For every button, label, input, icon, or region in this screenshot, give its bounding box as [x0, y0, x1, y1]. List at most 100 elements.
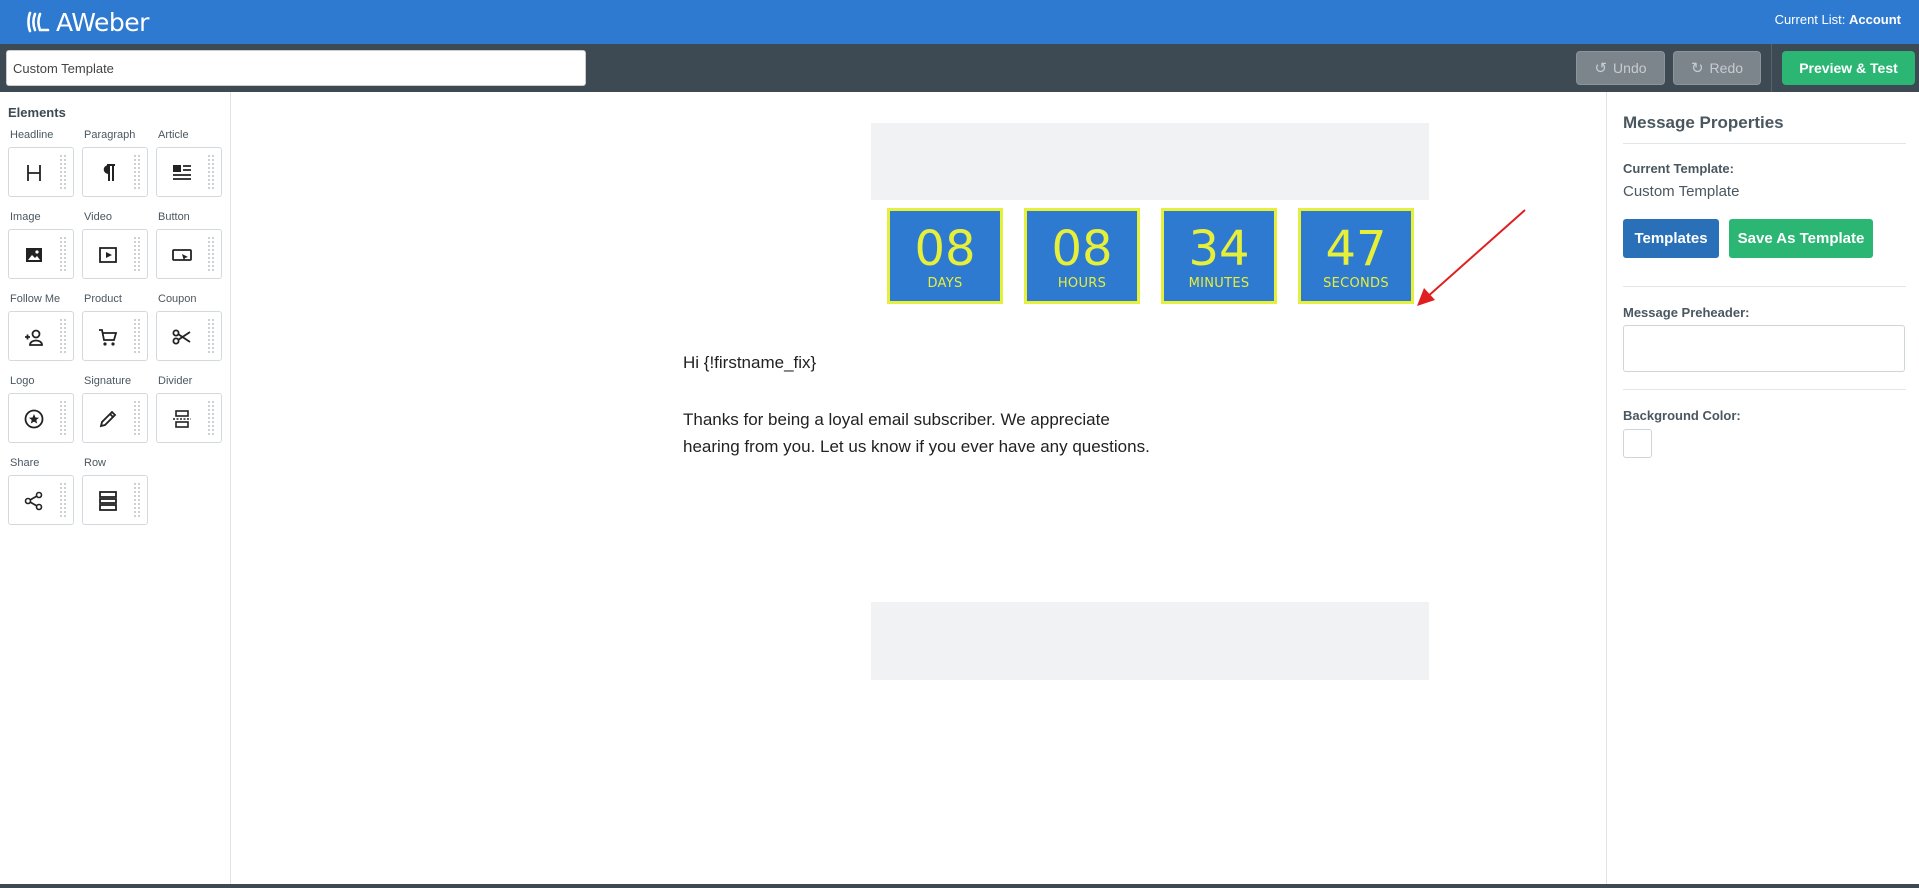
drag-handle-icon[interactable] — [207, 154, 215, 190]
element-label: Signature — [84, 375, 132, 387]
element-tile-image[interactable]: Image — [8, 210, 75, 279]
background-color-swatch[interactable] — [1623, 429, 1652, 458]
email-body-text[interactable]: Thanks for being a loyal email subscribe… — [683, 406, 1153, 460]
bottom-strip — [0, 884, 1919, 888]
drag-handle-icon[interactable] — [207, 318, 215, 354]
element-drag-box[interactable] — [82, 311, 148, 361]
redo-label: Redo — [1709, 60, 1744, 76]
drag-handle-icon[interactable] — [133, 236, 141, 272]
undo-button[interactable]: ↺ Undo — [1576, 51, 1665, 85]
countdown-minutes[interactable]: 34 MINUTES — [1161, 208, 1277, 304]
element-label: Image — [10, 211, 41, 223]
element-drag-box[interactable] — [156, 393, 222, 443]
row-icon — [95, 488, 121, 514]
scissors-icon — [169, 324, 195, 350]
countdown-unit: HOURS — [1057, 276, 1107, 291]
element-drag-box[interactable] — [82, 147, 148, 197]
element-drag-box[interactable] — [8, 393, 74, 443]
drag-handle-icon[interactable] — [133, 482, 141, 518]
element-tile-signature[interactable]: Signature — [82, 374, 149, 443]
article-icon — [169, 160, 195, 186]
element-label: Video — [84, 211, 112, 223]
drag-handle-icon[interactable] — [133, 400, 141, 436]
drag-handle-icon[interactable] — [59, 236, 67, 272]
countdown-days[interactable]: 08 DAYS — [887, 208, 1003, 304]
element-drag-box[interactable] — [156, 147, 222, 197]
divider-icon — [169, 406, 195, 432]
element-drag-box[interactable] — [82, 393, 148, 443]
divider — [1623, 389, 1906, 390]
preheader-input[interactable] — [1623, 325, 1905, 372]
templates-button[interactable]: Templates — [1623, 219, 1719, 258]
divider — [1623, 143, 1906, 144]
element-label: Product — [84, 293, 122, 305]
element-tile-share[interactable]: Share — [8, 456, 75, 525]
element-tile-video[interactable]: Video — [82, 210, 149, 279]
element-label: Follow Me — [10, 293, 61, 305]
save-as-template-button[interactable]: Save As Template — [1729, 219, 1873, 258]
drag-handle-icon[interactable] — [133, 154, 141, 190]
editor-toolbar: ↺ Undo ↻ Redo Preview & Test — [0, 44, 1919, 92]
element-drag-box[interactable] — [156, 311, 222, 361]
element-drag-box[interactable] — [8, 229, 74, 279]
pencil-icon — [95, 406, 121, 432]
element-tile-row[interactable]: Row — [82, 456, 149, 525]
message-properties-panel: Message Properties Current Template: Cus… — [1606, 92, 1919, 885]
element-label: Share — [10, 457, 40, 469]
element-tile-coupon[interactable]: Coupon — [156, 292, 223, 361]
elements-title: Elements — [8, 105, 66, 120]
element-drag-box[interactable] — [82, 475, 148, 525]
countdown-value: 34 — [1188, 221, 1250, 277]
element-label: Headline — [10, 129, 54, 141]
countdown-seconds[interactable]: 47 SECONDS — [1298, 208, 1414, 304]
current-list-label: Current List: — [1774, 12, 1846, 27]
drag-handle-icon[interactable] — [207, 400, 215, 436]
drag-handle-icon[interactable] — [59, 482, 67, 518]
drag-handle-icon[interactable] — [59, 318, 67, 354]
paragraph-icon — [95, 160, 121, 186]
element-tile-divider[interactable]: Divider — [156, 374, 223, 443]
element-drag-box[interactable] — [8, 311, 74, 361]
countdown-hours[interactable]: 08 HOURS — [1024, 208, 1140, 304]
cart-icon — [95, 324, 121, 350]
background-color-label: Background Color: — [1623, 408, 1741, 423]
element-drag-box[interactable] — [8, 147, 74, 197]
headline-icon — [21, 160, 47, 186]
divider — [1623, 286, 1906, 287]
element-drag-box[interactable] — [82, 229, 148, 279]
element-tile-button[interactable]: Button — [156, 210, 223, 279]
email-footer-block[interactable] — [871, 602, 1429, 680]
current-list[interactable]: Current List: Account — [1775, 12, 1901, 27]
video-icon — [95, 242, 121, 268]
drag-handle-icon[interactable] — [59, 154, 67, 190]
element-tile-product[interactable]: Product — [82, 292, 149, 361]
current-list-value: Account — [1849, 12, 1901, 27]
toolbar-divider — [1771, 44, 1772, 92]
annotation-arrow-icon — [1417, 209, 1526, 306]
drag-handle-icon[interactable] — [59, 400, 67, 436]
element-drag-box[interactable] — [156, 229, 222, 279]
element-tile-follow-me[interactable]: Follow Me — [8, 292, 75, 361]
element-label: Button — [158, 211, 190, 223]
element-drag-box[interactable] — [8, 475, 74, 525]
preview-test-button[interactable]: Preview & Test — [1782, 51, 1915, 85]
aweber-logo[interactable]: AWeber — [26, 6, 149, 38]
element-label: Coupon — [158, 293, 197, 305]
element-label: Row — [84, 457, 107, 469]
undo-label: Undo — [1613, 60, 1647, 76]
drag-handle-icon[interactable] — [207, 236, 215, 272]
elements-sidebar: Elements Headline Paragraph Article Image Vi… — [0, 92, 231, 885]
email-header-block[interactable] — [871, 123, 1429, 200]
countdown-value: 08 — [1051, 221, 1113, 277]
countdown-unit: DAYS — [927, 276, 963, 291]
element-tile-article[interactable]: Article — [156, 128, 223, 197]
drag-handle-icon[interactable] — [133, 318, 141, 354]
button-icon — [169, 242, 195, 268]
element-tile-headline[interactable]: Headline — [8, 128, 75, 197]
element-tile-paragraph[interactable]: Paragraph — [82, 128, 149, 197]
email-greeting[interactable]: Hi {!firstname_fix} — [683, 353, 816, 373]
current-template-label: Current Template: — [1623, 161, 1734, 176]
redo-button[interactable]: ↻ Redo — [1673, 51, 1761, 85]
template-name-input[interactable] — [6, 50, 586, 86]
element-tile-logo[interactable]: Logo — [8, 374, 75, 443]
